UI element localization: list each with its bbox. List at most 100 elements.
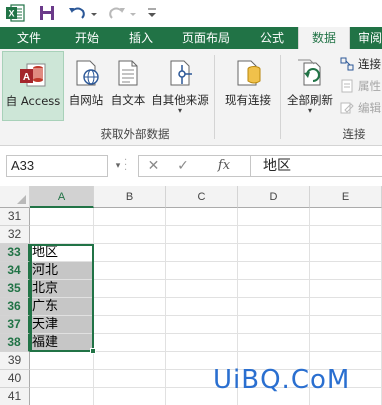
resize-handle-icon[interactable]: · · · bbox=[124, 156, 130, 176]
column-header[interactable]: E bbox=[310, 186, 382, 208]
grid-cell[interactable]: 北京 bbox=[30, 280, 94, 298]
grid-cell[interactable] bbox=[30, 208, 94, 226]
web-icon bbox=[76, 60, 99, 86]
select-all-triangle-icon bbox=[17, 195, 26, 204]
grid-cell[interactable] bbox=[166, 298, 238, 316]
grid-cell[interactable] bbox=[166, 208, 238, 226]
grid-cell[interactable] bbox=[30, 352, 94, 370]
column-header[interactable]: D bbox=[238, 186, 310, 208]
tab-data[interactable]: 数据 bbox=[298, 27, 350, 49]
tab-insert[interactable]: 插入 bbox=[116, 27, 166, 49]
from-text-label: 自文本 bbox=[110, 93, 146, 107]
name-box-dropdown-icon[interactable]: ▾ bbox=[112, 155, 124, 177]
refresh-all-button[interactable]: 全部刷新 ▾ bbox=[284, 51, 336, 121]
grid-cell[interactable] bbox=[94, 370, 166, 388]
grid-cell[interactable] bbox=[238, 334, 310, 352]
connections-icon bbox=[340, 57, 354, 71]
grid-cell[interactable] bbox=[94, 316, 166, 334]
grid-cell[interactable] bbox=[238, 226, 310, 244]
from-web-button[interactable]: 自网站 bbox=[64, 51, 108, 121]
redo-icon[interactable] bbox=[108, 3, 126, 23]
edit-links-icon bbox=[340, 102, 354, 114]
grid-cell[interactable] bbox=[166, 316, 238, 334]
grid-cell[interactable] bbox=[94, 208, 166, 226]
grid-cell[interactable] bbox=[238, 262, 310, 280]
from-access-button[interactable]: A 自 Access bbox=[2, 51, 64, 121]
tab-file[interactable]: 文件 bbox=[0, 27, 58, 49]
formula-input[interactable]: 地区 bbox=[250, 155, 382, 177]
existing-connections-button[interactable]: 现有连接 bbox=[220, 51, 276, 121]
row-header[interactable]: 36 bbox=[0, 298, 30, 316]
row-header[interactable]: 32 bbox=[0, 226, 30, 244]
customize-icon[interactable] bbox=[145, 5, 159, 21]
row-header[interactable]: 37 bbox=[0, 316, 30, 334]
grid-cell[interactable] bbox=[238, 280, 310, 298]
row-header[interactable]: 41 bbox=[0, 388, 30, 405]
grid-cell[interactable] bbox=[310, 262, 382, 280]
grid-cell[interactable] bbox=[310, 244, 382, 262]
grid-cell[interactable] bbox=[94, 388, 166, 405]
grid-cell[interactable] bbox=[310, 226, 382, 244]
grid-cell[interactable] bbox=[30, 370, 94, 388]
grid-cell[interactable] bbox=[94, 244, 166, 262]
column-header[interactable]: A bbox=[30, 186, 94, 208]
from-other-sources-button[interactable]: 自其他来源 ▾ bbox=[148, 51, 212, 121]
grid-cell[interactable] bbox=[310, 334, 382, 352]
grid-cell[interactable] bbox=[310, 208, 382, 226]
select-all-button[interactable] bbox=[0, 186, 30, 208]
column-header[interactable]: B bbox=[94, 186, 166, 208]
grid-cell[interactable] bbox=[30, 226, 94, 244]
undo-dropdown-icon[interactable] bbox=[89, 7, 99, 21]
grid-cell[interactable]: 广东 bbox=[30, 298, 94, 316]
grid-cell[interactable] bbox=[30, 388, 94, 405]
grid-cell[interactable] bbox=[94, 280, 166, 298]
enter-formula-button[interactable]: ✓ bbox=[168, 155, 198, 177]
grid-cell[interactable] bbox=[166, 334, 238, 352]
grid-cell[interactable] bbox=[310, 280, 382, 298]
text-file-icon bbox=[118, 60, 138, 86]
row-header[interactable]: 34 bbox=[0, 262, 30, 280]
grid-cell[interactable] bbox=[94, 226, 166, 244]
column-header[interactable]: C bbox=[166, 186, 238, 208]
row-header[interactable]: 39 bbox=[0, 352, 30, 370]
row-header[interactable]: 33 bbox=[0, 244, 30, 262]
redo-dropdown-icon[interactable] bbox=[128, 7, 138, 21]
grid-cell[interactable]: 河北 bbox=[30, 262, 94, 280]
name-box[interactable]: A33 bbox=[6, 155, 108, 177]
tab-page-layout[interactable]: 页面布局 bbox=[166, 27, 246, 49]
grid-cell[interactable]: 福建 bbox=[30, 334, 94, 352]
undo-icon[interactable] bbox=[68, 3, 86, 23]
grid-cell[interactable] bbox=[94, 334, 166, 352]
insert-function-button[interactable]: fx bbox=[198, 155, 250, 177]
row-header[interactable]: 31 bbox=[0, 208, 30, 226]
grid-cell[interactable] bbox=[166, 226, 238, 244]
grid-cell[interactable]: 地区 bbox=[30, 244, 94, 262]
grid-cell[interactable] bbox=[166, 262, 238, 280]
svg-text:X: X bbox=[8, 9, 14, 19]
tab-formulas[interactable]: 公式 bbox=[246, 27, 298, 49]
grid-cell[interactable] bbox=[238, 316, 310, 334]
other-sources-icon bbox=[170, 60, 192, 86]
save-icon[interactable] bbox=[37, 3, 57, 23]
grid-cell[interactable]: 天津 bbox=[30, 316, 94, 334]
grid-cell[interactable] bbox=[238, 244, 310, 262]
chevron-down-icon: ▾ bbox=[177, 106, 182, 115]
row-header[interactable]: 40 bbox=[0, 370, 30, 388]
tab-review[interactable]: 审阅 bbox=[350, 27, 382, 49]
grid-cell[interactable] bbox=[166, 280, 238, 298]
grid-cell[interactable] bbox=[238, 298, 310, 316]
tab-home[interactable]: 开始 bbox=[58, 27, 116, 49]
grid-cell[interactable] bbox=[94, 352, 166, 370]
fill-handle[interactable] bbox=[90, 348, 96, 354]
grid-cell[interactable] bbox=[238, 208, 310, 226]
row-header[interactable]: 38 bbox=[0, 334, 30, 352]
from-text-button[interactable]: 自文本 bbox=[108, 51, 148, 121]
grid-cell[interactable] bbox=[94, 262, 166, 280]
grid-cell[interactable] bbox=[310, 316, 382, 334]
cancel-formula-button[interactable]: ✕ bbox=[138, 155, 168, 177]
grid-cell[interactable] bbox=[94, 298, 166, 316]
grid-cell[interactable] bbox=[166, 244, 238, 262]
excel-logo-icon[interactable]: X bbox=[5, 3, 25, 23]
grid-cell[interactable] bbox=[310, 298, 382, 316]
row-header[interactable]: 35 bbox=[0, 280, 30, 298]
